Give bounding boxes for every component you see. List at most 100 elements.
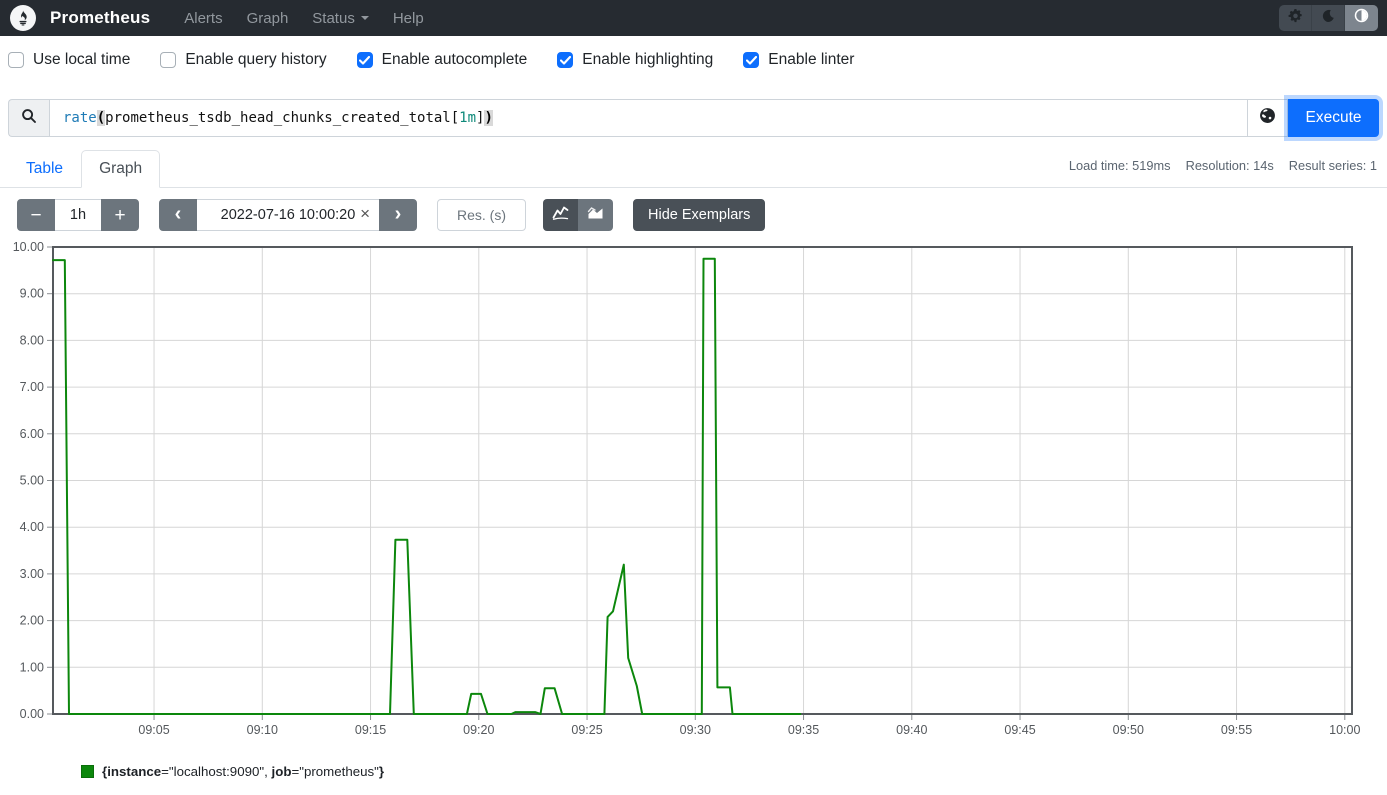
checkbox-checked-icon[interactable] — [743, 52, 759, 68]
checkbox-enable-query-history[interactable]: Enable query history — [160, 51, 326, 69]
magnifier-icon — [21, 108, 37, 129]
theme-toggle-group — [1279, 5, 1378, 31]
query-expression-input[interactable]: rate(prometheus_tsdb_head_chunks_created… — [49, 99, 1248, 137]
chart-type-toggle — [543, 199, 613, 231]
query-stats: Load time: 519ms Resolution: 14s Result se… — [1069, 158, 1377, 173]
x-tick-label: 09:40 — [896, 723, 927, 737]
checkbox-label: Enable highlighting — [582, 51, 713, 69]
prometheus-torch-icon — [10, 5, 36, 31]
line-chart-button[interactable] — [543, 199, 578, 231]
x-tick-label: 09:10 — [247, 723, 278, 737]
end-time-input[interactable] — [197, 199, 379, 231]
y-tick-label: 4.00 — [20, 520, 44, 534]
graph-legend: {instance="localhost:9090", job="prometh… — [81, 764, 384, 779]
checkbox-enable-highlighting[interactable]: Enable highlighting — [557, 51, 713, 69]
x-tick-label: 10:00 — [1329, 723, 1360, 737]
range-increase-button[interactable]: + — [101, 199, 139, 231]
nav-item-status[interactable]: Status — [300, 2, 381, 35]
range-group: − + — [17, 199, 139, 231]
navbar: Prometheus AlertsGraphStatusHelp — [0, 0, 1387, 36]
x-tick-label: 09:45 — [1004, 723, 1035, 737]
query-token: prometheus_tsdb_head_chunks_created_tota… — [105, 110, 451, 126]
checkbox-checked-icon[interactable] — [557, 52, 573, 68]
legend-series-label[interactable]: {instance="localhost:9090", job="prometh… — [102, 764, 384, 779]
x-tick-label: 09:55 — [1221, 723, 1252, 737]
stacked-chart-icon — [587, 205, 604, 225]
checkbox-checked-icon[interactable] — [357, 52, 373, 68]
range-decrease-button[interactable]: − — [17, 199, 55, 231]
navbar-links: AlertsGraphStatusHelp — [172, 2, 435, 35]
checkbox-use-local-time[interactable]: Use local time — [8, 51, 130, 69]
tab-graph[interactable]: Graph — [81, 150, 160, 188]
clear-time-icon[interactable]: × — [360, 204, 370, 224]
y-tick-label: 10.00 — [13, 240, 44, 254]
stat-resolution: Resolution: 14s — [1186, 158, 1274, 173]
time-forward-button[interactable]: › — [379, 199, 417, 231]
hide-exemplars-button[interactable]: Hide Exemplars — [633, 199, 765, 231]
stat-load-time: Load time: 519ms — [1069, 158, 1171, 173]
time-group: ‹ × › — [159, 199, 417, 231]
checkbox-enable-autocomplete[interactable]: Enable autocomplete — [357, 51, 528, 69]
y-tick-label: 0.00 — [20, 707, 44, 721]
y-tick-label: 2.00 — [20, 614, 44, 628]
x-tick-label: 09:35 — [788, 723, 819, 737]
graph-canvas[interactable]: 0.00 1.00 2.00 3.00 4.00 5.00 6.00 7.00 8.00 9.00… — [0, 240, 1387, 752]
query-token: 1m — [459, 110, 476, 126]
graph-controls: − + ‹ × › — [17, 199, 765, 231]
checkbox-label: Use local time — [33, 51, 130, 69]
checkbox-unchecked-icon[interactable] — [160, 52, 176, 68]
checkbox-label: Enable autocomplete — [382, 51, 528, 69]
search-addon — [8, 99, 49, 137]
checkbox-enable-linter[interactable]: Enable linter — [743, 51, 854, 69]
app-title: Prometheus — [50, 8, 150, 28]
time-back-button[interactable]: ‹ — [159, 199, 197, 231]
dark-theme-button[interactable] — [1312, 5, 1345, 31]
legend-swatch[interactable] — [81, 765, 94, 778]
prometheus-app: Prometheus AlertsGraphStatusHelp Use loc… — [0, 0, 1387, 795]
checkbox-label: Enable query history — [185, 51, 326, 69]
x-tick-label: 09:05 — [138, 723, 169, 737]
x-tick-label: 09:30 — [680, 723, 711, 737]
execute-button[interactable]: Execute — [1288, 99, 1379, 137]
line-chart-icon — [552, 205, 569, 225]
y-tick-label: 9.00 — [20, 287, 44, 301]
y-tick-label: 5.00 — [20, 474, 44, 488]
query-token: ) — [484, 110, 492, 126]
nav-item-graph[interactable]: Graph — [235, 2, 301, 35]
range-input[interactable] — [55, 199, 101, 231]
y-tick-label: 7.00 — [20, 380, 44, 394]
series-line — [53, 259, 800, 714]
x-tick-label: 09:25 — [571, 723, 602, 737]
nav-item-alerts[interactable]: Alerts — [172, 2, 234, 35]
x-tick-label: 09:50 — [1113, 723, 1144, 737]
y-tick-label: 8.00 — [20, 333, 44, 347]
auto-theme-button[interactable] — [1345, 5, 1378, 31]
brand-link[interactable]: Prometheus — [10, 5, 150, 31]
query-token: ( — [97, 110, 105, 126]
gear-icon — [1288, 8, 1303, 28]
query-options-row: Use local time Enable query history Enable… — [8, 36, 1379, 84]
resolution-input[interactable] — [437, 199, 526, 231]
moon-icon — [1321, 9, 1335, 28]
query-bar: rate(prometheus_tsdb_head_chunks_created… — [8, 99, 1379, 137]
checkbox-label: Enable linter — [768, 51, 854, 69]
chevron-down-icon — [361, 16, 369, 20]
tabs: Table Graph — [8, 150, 160, 188]
query-token: [ — [451, 110, 459, 126]
stat-result-series: Result series: 1 — [1289, 158, 1377, 173]
y-tick-label: 6.00 — [20, 427, 44, 441]
nav-item-help[interactable]: Help — [381, 2, 436, 35]
x-tick-label: 09:15 — [355, 723, 386, 737]
checkbox-unchecked-icon[interactable] — [8, 52, 24, 68]
panel-tabs: Table Graph Load time: 519ms Resolution: … — [0, 150, 1387, 188]
query-token: rate — [63, 110, 97, 126]
contrast-icon — [1354, 8, 1369, 28]
settings-button[interactable] — [1279, 5, 1312, 31]
stacked-chart-button[interactable] — [578, 199, 613, 231]
x-tick-label: 09:20 — [463, 723, 494, 737]
metrics-explorer-button[interactable] — [1248, 99, 1288, 137]
y-tick-label: 3.00 — [20, 567, 44, 581]
y-tick-label: 1.00 — [20, 660, 44, 674]
tab-table[interactable]: Table — [8, 150, 81, 188]
globe-icon — [1259, 107, 1276, 129]
